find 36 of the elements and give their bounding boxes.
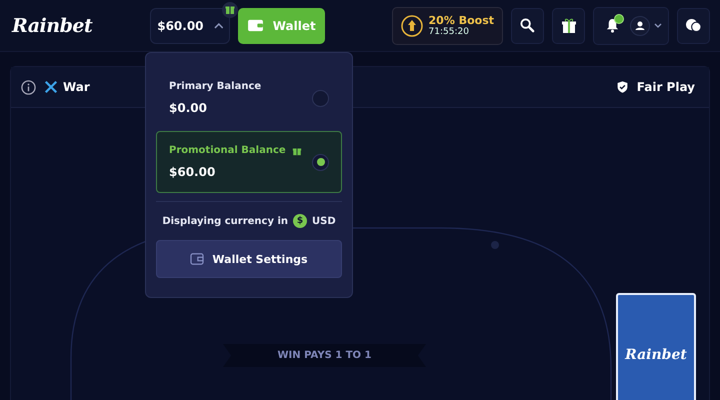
chat-button[interactable] bbox=[677, 8, 710, 44]
boost-timer: 71:55:20 bbox=[428, 27, 470, 37]
logo[interactable]: Rainbet bbox=[12, 14, 92, 36]
playing-card: Rainbet bbox=[616, 293, 696, 400]
game-title: War bbox=[63, 80, 90, 94]
gift-button[interactable] bbox=[552, 8, 585, 44]
boost-title: 20% Boost bbox=[428, 14, 494, 27]
arrow-up-icon bbox=[400, 14, 423, 36]
chat-icon bbox=[685, 18, 702, 33]
bell-icon bbox=[604, 18, 620, 33]
radio-button[interactable] bbox=[312, 90, 329, 106]
balance-label: Primary Balance bbox=[169, 81, 262, 92]
dollar-coin-icon: $ bbox=[293, 214, 308, 228]
wallet-icon bbox=[248, 19, 263, 32]
chevron-down-icon bbox=[654, 23, 662, 28]
balance-label: Promotional Balance bbox=[169, 145, 286, 156]
search-button[interactable] bbox=[511, 8, 544, 44]
shield-check-icon bbox=[616, 80, 629, 94]
info-icon[interactable] bbox=[21, 80, 36, 94]
wallet-icon bbox=[190, 253, 204, 265]
win-banner: WIN PAYS 1 TO 1 bbox=[223, 344, 426, 367]
search-icon bbox=[520, 18, 535, 33]
fair-play-link[interactable]: Fair Play bbox=[636, 80, 695, 94]
user-icon bbox=[630, 16, 650, 36]
balance-option[interactable]: Primary Balance $0.00 bbox=[156, 71, 342, 125]
profile-button[interactable] bbox=[630, 16, 662, 36]
balance-amount: $60.00 bbox=[169, 165, 216, 179]
boost-button[interactable]: 20% Boost 71:55:20 bbox=[392, 6, 503, 44]
currency-label: Displaying currency in bbox=[162, 216, 288, 226]
wallet-settings-button[interactable]: Wallet Settings bbox=[156, 240, 342, 278]
balance-option[interactable]: Promotional Balance $60.00 bbox=[156, 131, 342, 193]
caret-icon bbox=[214, 22, 224, 28]
currency-code: USD bbox=[312, 216, 336, 226]
balance-amount: $0.00 bbox=[169, 101, 208, 115]
balance-button[interactable]: $60.00 bbox=[150, 8, 230, 44]
radio-button[interactable] bbox=[312, 154, 329, 170]
